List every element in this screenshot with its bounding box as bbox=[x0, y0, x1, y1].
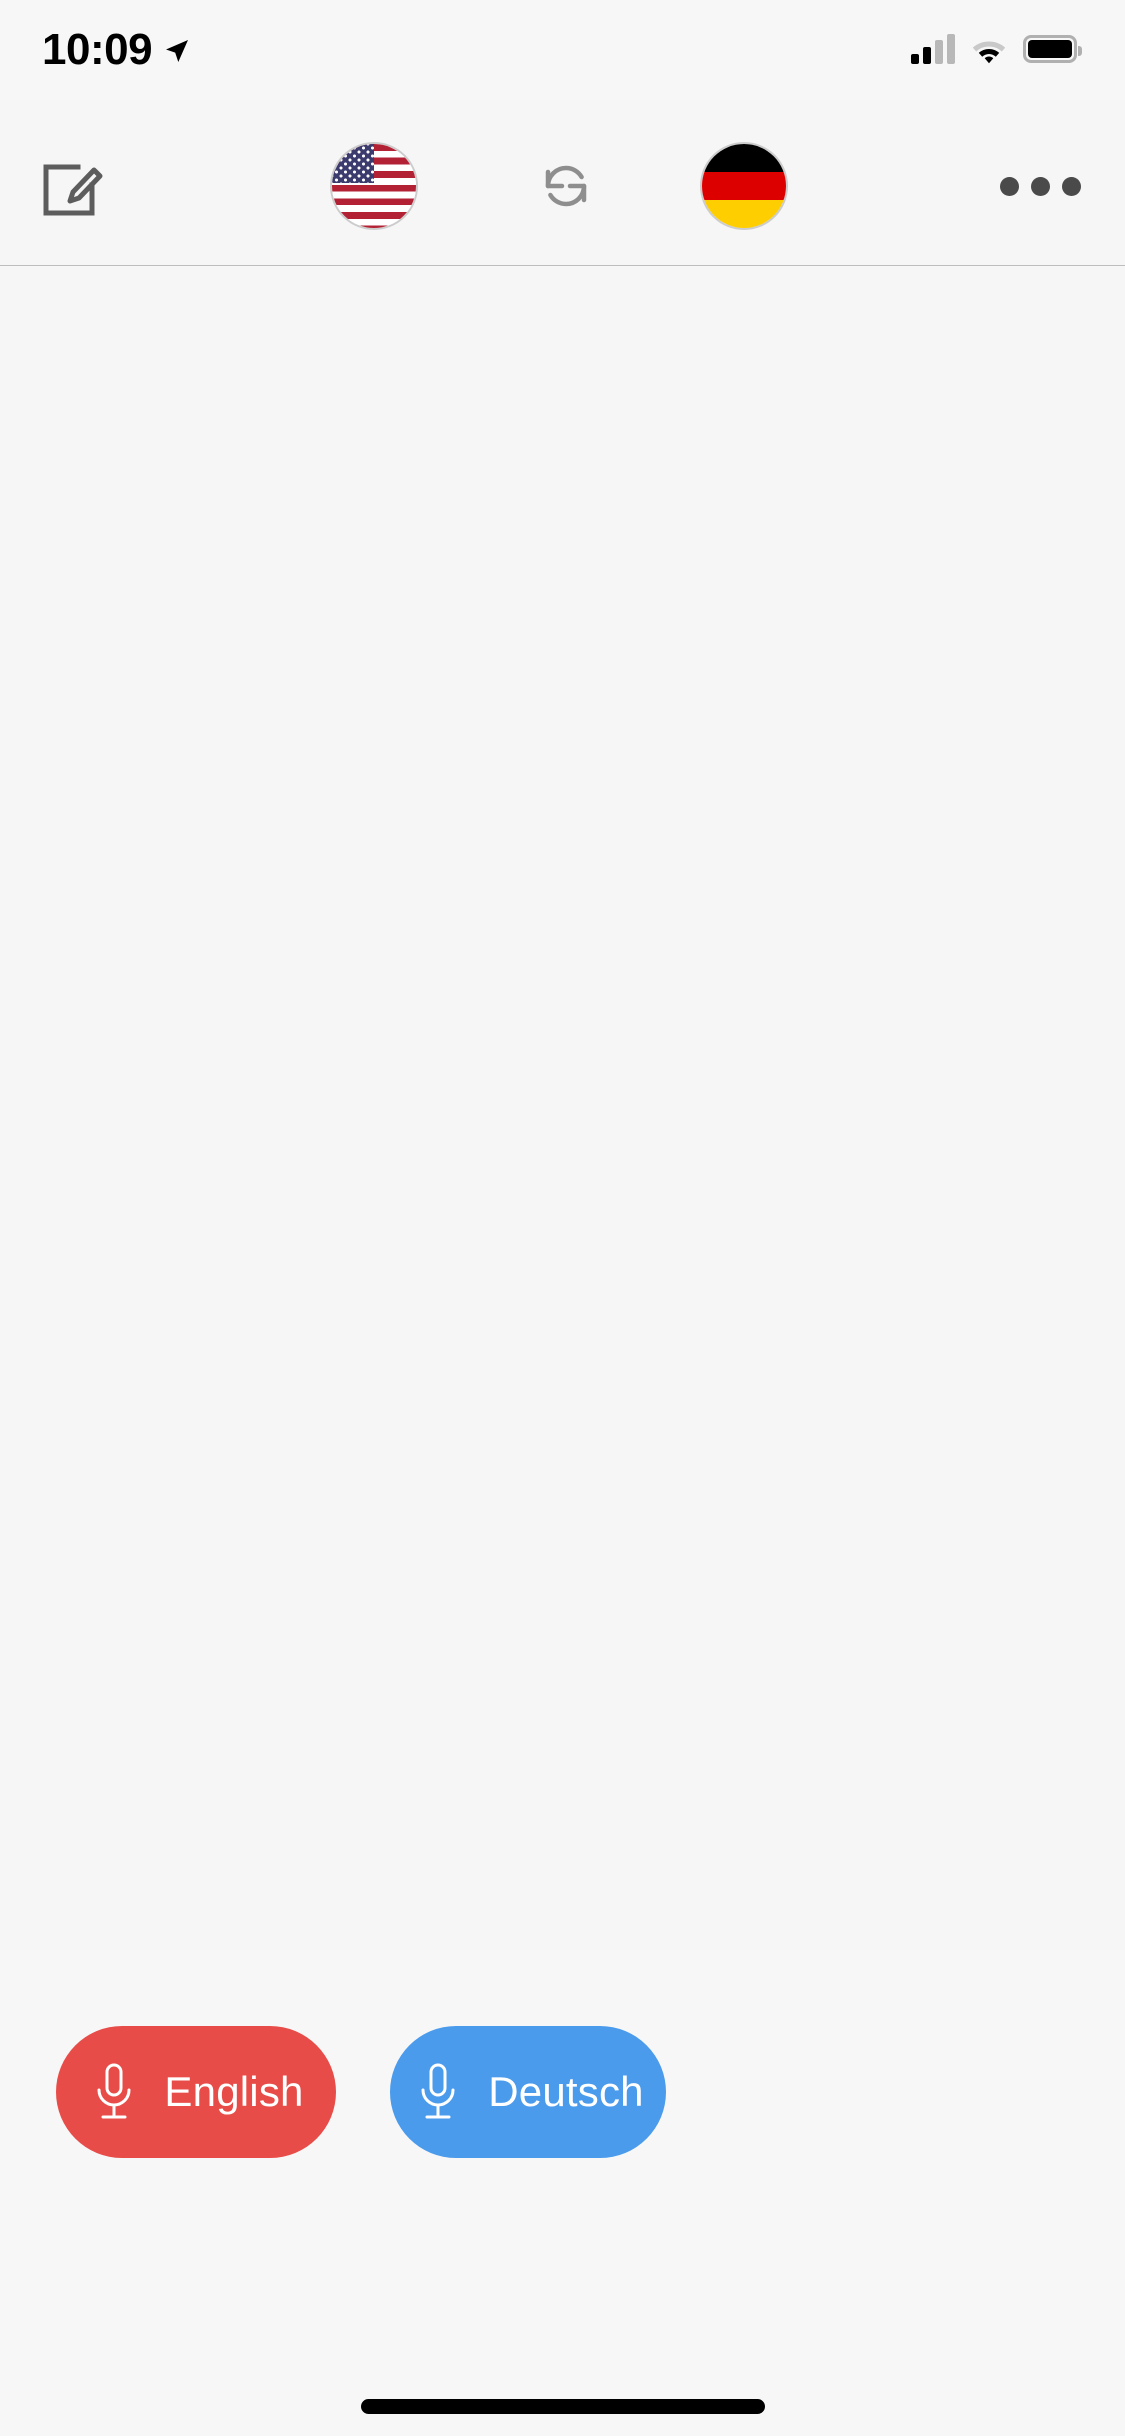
swap-languages-icon bbox=[535, 155, 597, 217]
record-target-language-button[interactable]: Deutsch bbox=[390, 2026, 666, 2158]
germany-flag-icon bbox=[700, 142, 788, 230]
swap-languages-button[interactable] bbox=[518, 142, 614, 230]
status-bar-right bbox=[911, 34, 1082, 64]
source-language-flag-button[interactable] bbox=[328, 140, 420, 232]
status-bar-time: 10:09 bbox=[42, 25, 153, 74]
microphone-icon bbox=[88, 2061, 140, 2123]
united-states-flag-icon bbox=[330, 142, 418, 230]
conversation-area[interactable] bbox=[0, 267, 1125, 1950]
more-options-icon bbox=[999, 176, 1081, 196]
compose-button[interactable] bbox=[22, 140, 118, 230]
toolbar bbox=[0, 100, 1125, 266]
cellular-signal-icon bbox=[911, 34, 955, 64]
wifi-icon bbox=[969, 34, 1009, 64]
record-source-language-button[interactable]: English bbox=[56, 2026, 336, 2158]
compose-icon bbox=[36, 151, 104, 219]
location-arrow-icon bbox=[162, 37, 190, 65]
microphone-button-bar: English Deutsch bbox=[0, 2012, 1125, 2172]
status-bar-left: 10:09 bbox=[42, 26, 190, 74]
battery-icon bbox=[1023, 35, 1082, 63]
home-indicator[interactable] bbox=[360, 2399, 765, 2414]
status-bar: 10:09 bbox=[0, 0, 1125, 100]
more-options-button[interactable] bbox=[999, 148, 1081, 224]
record-target-language-label: Deutsch bbox=[488, 2068, 644, 2115]
target-language-flag-button[interactable] bbox=[698, 140, 790, 232]
microphone-icon bbox=[412, 2061, 464, 2123]
record-source-language-label: English bbox=[164, 2068, 304, 2115]
